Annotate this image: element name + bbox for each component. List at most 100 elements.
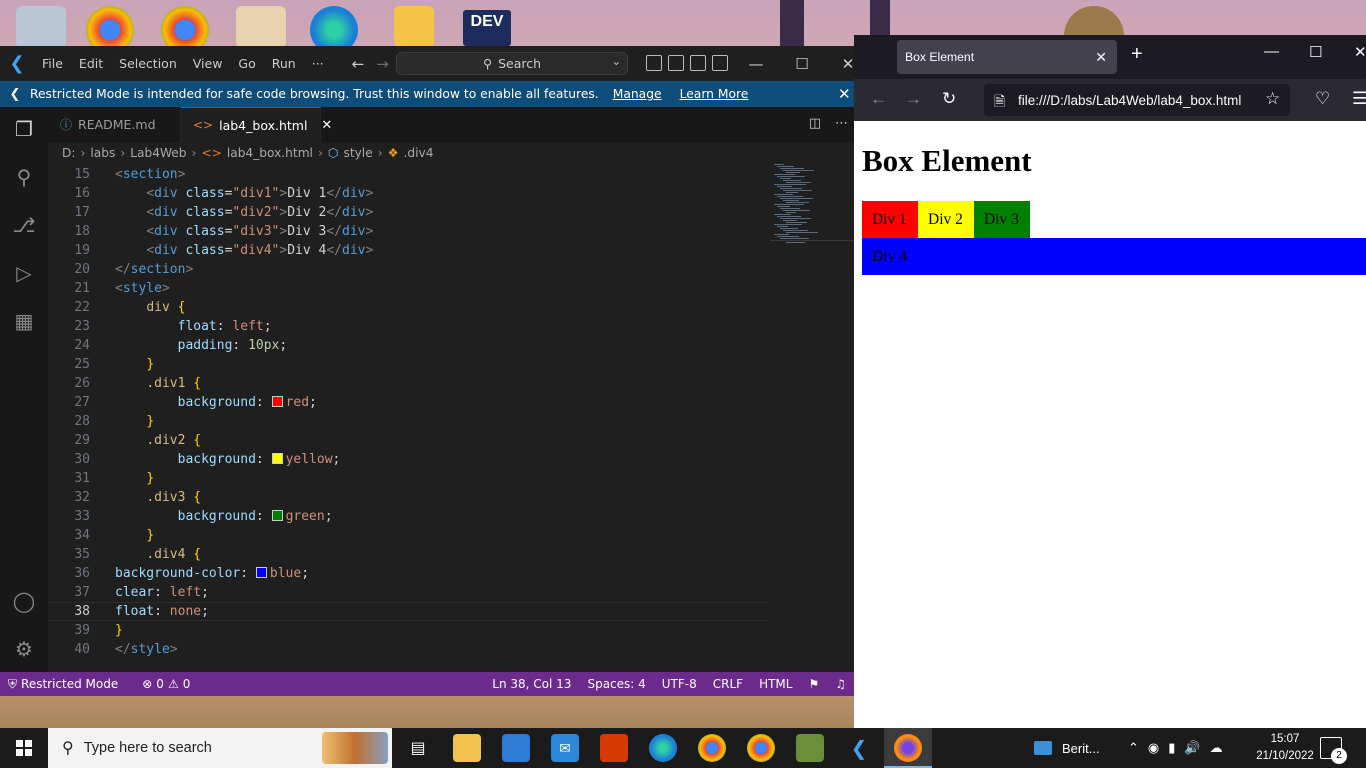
- command-center-search[interactable]: ⚲ Search ⌄: [396, 52, 628, 75]
- forward-arrow-icon[interactable]: →: [370, 55, 395, 73]
- code-line[interactable]: 37 clear: left;: [48, 583, 768, 602]
- code-line[interactable]: 15 <section>: [48, 165, 768, 184]
- code-line[interactable]: 29 .div2 {: [48, 431, 768, 450]
- menu-view[interactable]: View: [185, 56, 231, 71]
- split-editor-icon[interactable]: ◫: [809, 116, 821, 131]
- folder-music-icon[interactable]: [394, 6, 434, 48]
- code-line[interactable]: 32 .div3 {: [48, 488, 768, 507]
- maximize-button[interactable]: ☐: [779, 46, 825, 81]
- volume-icon[interactable]: 🔊: [1184, 740, 1200, 756]
- start-button[interactable]: [0, 728, 48, 768]
- breadcrumb-style[interactable]: style: [343, 146, 372, 160]
- bookmark-star-icon[interactable]: ☆: [1265, 89, 1280, 109]
- back-arrow-icon[interactable]: ←: [870, 89, 887, 109]
- close-tab-icon[interactable]: ✕: [321, 118, 332, 133]
- problems-status[interactable]: ⊗ 0 ⚠ 0: [134, 677, 198, 691]
- code-line[interactable]: 36 background-color: blue;: [48, 564, 768, 583]
- chrome-profile-icon[interactable]: [747, 734, 775, 762]
- taskbar-clock[interactable]: 15:07 21/10/2022: [1254, 731, 1316, 765]
- minimize-button[interactable]: —: [1264, 43, 1279, 60]
- breadcrumb-labs[interactable]: labs: [90, 146, 115, 160]
- close-tab-icon[interactable]: ✕: [1095, 49, 1107, 66]
- language-mode[interactable]: HTML: [751, 677, 800, 691]
- code-line[interactable]: 25 }: [48, 355, 768, 374]
- code-line[interactable]: 23 float: left;: [48, 317, 768, 336]
- menu-run[interactable]: Run: [264, 56, 304, 71]
- code-line[interactable]: 35 .div4 {: [48, 545, 768, 564]
- manage-gear-icon[interactable]: ⚙: [12, 637, 36, 661]
- code-line[interactable]: 22 div {: [48, 298, 768, 317]
- mail-icon[interactable]: ✉: [551, 734, 579, 762]
- close-window-button[interactable]: ✕: [1354, 43, 1366, 61]
- code-line[interactable]: 18 <div class="div3">Div 3</div>: [48, 222, 768, 241]
- task-view-icon[interactable]: ▤: [404, 734, 432, 762]
- chrome-icon[interactable]: [698, 734, 726, 762]
- firefox-tab-box-element[interactable]: Box Element ✕: [897, 40, 1117, 74]
- maximize-button[interactable]: ☐: [1309, 43, 1322, 61]
- code-line[interactable]: 27 background: red;: [48, 393, 768, 412]
- menu-selection[interactable]: Selection: [111, 56, 185, 71]
- game-icon[interactable]: [236, 6, 286, 48]
- search-view-icon[interactable]: ⚲: [12, 165, 36, 189]
- more-actions-icon[interactable]: ⋯: [835, 116, 848, 131]
- account-icon[interactable]: ◯: [12, 589, 36, 613]
- news-widget[interactable]: Berit...: [1034, 728, 1100, 768]
- taskbar-search[interactable]: ⚲ Type here to search: [48, 728, 392, 768]
- manage-link[interactable]: Manage: [613, 87, 662, 101]
- code-line[interactable]: 31 }: [48, 469, 768, 488]
- code-line[interactable]: 24 padding: 10px;: [48, 336, 768, 355]
- edge-icon[interactable]: [649, 734, 677, 762]
- office-icon[interactable]: [600, 734, 628, 762]
- onedrive-cloud-icon[interactable]: ☁: [1210, 740, 1223, 756]
- customize-layout-icon[interactable]: [712, 55, 728, 71]
- chevron-down-icon[interactable]: ⌄: [612, 55, 621, 68]
- explorer-icon[interactable]: ❐: [12, 117, 36, 141]
- breadcrumb-div4[interactable]: .div4: [404, 146, 434, 160]
- toggle-secondary-sidebar-icon[interactable]: [690, 55, 706, 71]
- code-line[interactable]: 19 <div class="div4">Div 4</div>: [48, 241, 768, 260]
- learn-more-link[interactable]: Learn More: [680, 87, 749, 101]
- back-arrow-icon[interactable]: ←: [346, 55, 371, 73]
- encoding[interactable]: UTF-8: [654, 677, 705, 691]
- end-of-line[interactable]: CRLF: [705, 677, 751, 691]
- file-explorer-icon[interactable]: [453, 734, 481, 762]
- close-banner-icon[interactable]: ✕: [838, 85, 854, 103]
- code-line[interactable]: 26 .div1 {: [48, 374, 768, 393]
- show-hidden-icons-icon[interactable]: ⌃: [1128, 740, 1139, 756]
- extensions-icon[interactable]: ▦: [12, 309, 36, 333]
- code-line[interactable]: 16 <div class="div1">Div 1</div>: [48, 184, 768, 203]
- code-line[interactable]: 40 </style>: [48, 640, 768, 659]
- code-line[interactable]: 34 }: [48, 526, 768, 545]
- code-line[interactable]: 21 <style>: [48, 279, 768, 298]
- breadcrumb-drive[interactable]: D:: [62, 146, 76, 160]
- notifications-bell-icon[interactable]: ♫: [827, 677, 854, 691]
- menu-edit[interactable]: Edit: [71, 56, 111, 71]
- menu-file[interactable]: File: [34, 56, 71, 71]
- code-line[interactable]: 30 background: yellow;: [48, 450, 768, 469]
- restricted-mode-status[interactable]: ⛨ Restricted Mode: [0, 677, 126, 692]
- menu-go[interactable]: Go: [230, 56, 263, 71]
- forward-arrow-icon[interactable]: →: [905, 89, 922, 109]
- code-line[interactable]: 33 background: green;: [48, 507, 768, 526]
- battery-icon[interactable]: ▮: [1168, 740, 1175, 756]
- code-line[interactable]: 28 }: [48, 412, 768, 431]
- breadcrumb-lab4web[interactable]: Lab4Web: [130, 146, 186, 160]
- url-bar[interactable]: 🗎 file:///D:/labs/Lab4Web/lab4_box.html: [984, 84, 1290, 116]
- recycle-bin-icon[interactable]: [16, 6, 66, 48]
- minimap-slider[interactable]: [770, 240, 854, 241]
- menu-icon[interactable]: ☰: [1352, 89, 1366, 109]
- source-control-icon[interactable]: ⎇: [12, 213, 36, 237]
- vscode-taskbar-icon[interactable]: ❮: [845, 734, 873, 762]
- toggle-panel-icon[interactable]: [668, 55, 684, 71]
- code-line[interactable]: 17 <div class="div2">Div 2</div>: [48, 203, 768, 222]
- pocket-icon[interactable]: ♡: [1315, 89, 1330, 109]
- code-line[interactable]: 20 </section>: [48, 260, 768, 279]
- code-line[interactable]: 39}: [48, 621, 768, 640]
- code-editor[interactable]: 15 <section> 16 <div class="div1">Div 1</d…: [48, 164, 854, 672]
- run-debug-icon[interactable]: ▷: [12, 261, 36, 285]
- devcpp-icon[interactable]: DEV: [463, 10, 511, 46]
- new-tab-icon[interactable]: +: [1131, 43, 1143, 66]
- meet-now-icon[interactable]: ◉: [1148, 740, 1159, 756]
- toggle-sidebar-icon[interactable]: [646, 55, 662, 71]
- feedback-icon[interactable]: ⚑: [800, 677, 827, 691]
